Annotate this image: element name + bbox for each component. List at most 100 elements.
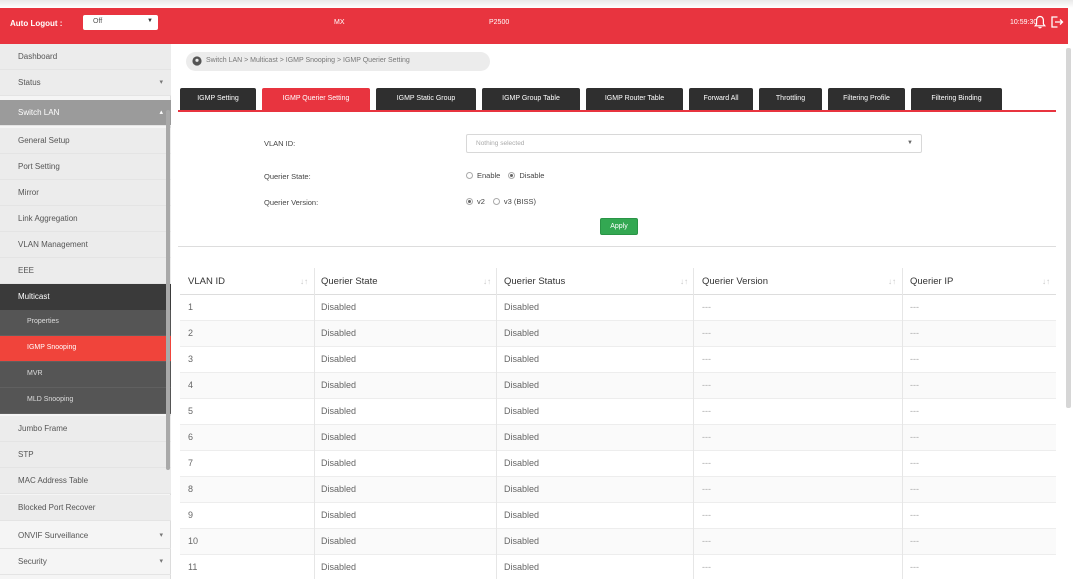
table-cell: Disabled bbox=[321, 328, 357, 338]
sidebar-item-label: EEE bbox=[18, 266, 35, 275]
table-cell: 3 bbox=[188, 354, 194, 364]
sidebar-item-onvif-surveillance[interactable]: ONVIF Surveillance ▾ bbox=[0, 523, 171, 549]
sort-icon[interactable]: ↓↑ bbox=[1042, 277, 1050, 286]
sort-icon[interactable]: ↓↑ bbox=[300, 277, 308, 286]
table-cell: Disabled bbox=[321, 562, 357, 572]
column-header-querier-state[interactable]: Querier State bbox=[321, 276, 378, 287]
column-header-querier-ip[interactable]: Querier IP bbox=[910, 276, 953, 287]
table-cell: Disabled bbox=[504, 432, 540, 442]
table-row[interactable]: 7 Disabled Disabled --- --- bbox=[180, 451, 1056, 477]
table-cell: Disabled bbox=[504, 484, 540, 494]
table-cell: 7 bbox=[188, 458, 194, 468]
bell-icon[interactable] bbox=[1034, 15, 1046, 29]
sidebar-item-switch-lan[interactable]: Switch LAN ▴ bbox=[0, 100, 171, 126]
column-header-querier-status[interactable]: Querier Status bbox=[504, 276, 565, 287]
table-cell: Disabled bbox=[321, 510, 357, 520]
sidebar-item-vlan-management[interactable]: VLAN Management bbox=[0, 232, 171, 258]
sidebar-item-general-setup[interactable]: General Setup bbox=[0, 128, 171, 154]
sidebar-item-security[interactable]: Security ▾ bbox=[0, 549, 171, 575]
table-cell: --- bbox=[910, 458, 919, 468]
table-row[interactable]: 1 Disabled Disabled --- --- bbox=[180, 295, 1056, 321]
querier-version-v3-label: v3 (BISS) bbox=[503, 197, 537, 206]
table-row[interactable]: 6 Disabled Disabled --- --- bbox=[180, 425, 1056, 451]
table-cell: 11 bbox=[188, 562, 198, 572]
tab-filtering-profile[interactable]: Filtering Profile bbox=[828, 88, 905, 110]
querier-state-enable-radio[interactable] bbox=[466, 172, 473, 179]
tab-igmp-static-group[interactable]: IGMP Static Group bbox=[376, 88, 476, 110]
table-row[interactable]: 3 Disabled Disabled --- --- bbox=[180, 347, 1056, 373]
table-cell: Disabled bbox=[321, 380, 357, 390]
table-cell: 10 bbox=[188, 536, 199, 546]
sidebar-item-label: General Setup bbox=[18, 136, 70, 145]
table-row[interactable]: 2 Disabled Disabled --- --- bbox=[180, 321, 1056, 347]
sort-icon[interactable]: ↓↑ bbox=[680, 277, 688, 286]
table-cell: Disabled bbox=[321, 354, 357, 364]
table-cell: Disabled bbox=[321, 432, 357, 442]
tab-forward-all[interactable]: Forward All bbox=[689, 88, 753, 110]
tab-igmp-router-table[interactable]: IGMP Router Table bbox=[586, 88, 683, 110]
tab-igmp-setting[interactable]: IGMP Setting bbox=[180, 88, 256, 110]
sidebar-item-mld-snooping[interactable]: MLD Snooping bbox=[0, 388, 171, 414]
querier-state-disable-label: Disable bbox=[519, 171, 545, 180]
browser-edge bbox=[0, 0, 1073, 8]
table-cell: Disabled bbox=[504, 458, 540, 468]
table-row[interactable]: 4 Disabled Disabled --- --- bbox=[180, 373, 1056, 399]
device-model: MX bbox=[334, 19, 345, 26]
table-cell: 9 bbox=[188, 510, 194, 520]
querier-version-radio-group: v2 v3 (BISS) bbox=[466, 197, 544, 206]
sort-icon[interactable]: ↓↑ bbox=[483, 277, 491, 286]
page-scrollbar[interactable] bbox=[1066, 48, 1071, 408]
auto-logout-select[interactable]: Off ▼ bbox=[83, 15, 158, 30]
table-cell: Disabled bbox=[321, 302, 357, 312]
querier-state-enable-label: Enable bbox=[477, 171, 501, 180]
sidebar-item-properties[interactable]: Properties bbox=[0, 310, 171, 336]
tab-igmp-group-table[interactable]: IGMP Group Table bbox=[482, 88, 580, 110]
tab-filtering-binding[interactable]: Filtering Binding bbox=[911, 88, 1002, 110]
logout-icon[interactable] bbox=[1050, 15, 1064, 29]
sidebar-item-mvr[interactable]: MVR bbox=[0, 362, 171, 388]
table-cell: 6 bbox=[188, 432, 194, 442]
table-row[interactable]: 5 Disabled Disabled --- --- bbox=[180, 399, 1056, 425]
chevron-down-icon: ▼ bbox=[147, 18, 153, 24]
table-cell: Disabled bbox=[504, 406, 540, 416]
tab-igmp-querier-setting[interactable]: IGMP Querier Setting bbox=[262, 88, 370, 110]
querier-version-v2-radio[interactable] bbox=[466, 198, 473, 205]
tab-throttling[interactable]: Throttling bbox=[759, 88, 822, 110]
sidebar-item-mac-address-table[interactable]: MAC Address Table bbox=[0, 468, 171, 494]
table-row[interactable]: 8 Disabled Disabled --- --- bbox=[180, 477, 1056, 503]
sidebar-item-jumbo-frame[interactable]: Jumbo Frame bbox=[0, 416, 171, 442]
table-cell: Disabled bbox=[504, 354, 540, 364]
sidebar-item-dashboard[interactable]: Dashboard bbox=[0, 44, 171, 70]
querier-version-v3-radio[interactable] bbox=[492, 198, 500, 205]
table-cell: Disabled bbox=[321, 458, 357, 468]
table-cell: --- bbox=[910, 406, 919, 416]
form-divider bbox=[178, 246, 1056, 247]
table-cell: --- bbox=[702, 302, 711, 312]
sidebar-scrollbar[interactable] bbox=[166, 110, 170, 470]
table-row[interactable]: 10 Disabled Disabled --- --- bbox=[180, 529, 1056, 555]
querier-state-disable-radio[interactable] bbox=[508, 172, 516, 179]
column-header-querier-version[interactable]: Querier Version bbox=[702, 276, 768, 287]
sidebar-item-mirror[interactable]: Mirror bbox=[0, 180, 171, 206]
sidebar-item-port-setting[interactable]: Port Setting bbox=[0, 154, 171, 180]
apply-button[interactable]: Apply bbox=[600, 218, 638, 235]
sidebar-item-stp[interactable]: STP bbox=[0, 442, 171, 468]
sidebar-item-igmp-snooping[interactable]: IGMP Snooping bbox=[0, 336, 171, 362]
sort-icon[interactable]: ↓↑ bbox=[888, 277, 896, 286]
table-row[interactable]: 9 Disabled Disabled --- --- bbox=[180, 503, 1056, 529]
vlan-id-select[interactable]: Nothing selected ▼ bbox=[466, 134, 922, 153]
sidebar-item-link-aggregation[interactable]: Link Aggregation bbox=[0, 206, 171, 232]
querier-state-radio-group: Enable Disable bbox=[466, 171, 552, 180]
table-cell: --- bbox=[910, 354, 919, 364]
table-row[interactable]: 11 Disabled Disabled --- --- bbox=[180, 555, 1056, 579]
sidebar-item-blocked-port-recover[interactable]: Blocked Port Recover bbox=[0, 495, 171, 521]
sidebar-item-status[interactable]: Status ▾ bbox=[0, 70, 171, 96]
table-cell: 2 bbox=[188, 328, 194, 338]
table-cell: --- bbox=[702, 458, 711, 468]
sidebar-item-multicast[interactable]: Multicast bbox=[0, 284, 171, 310]
chevron-up-icon: ▴ bbox=[159, 109, 163, 116]
table-cell: --- bbox=[702, 380, 711, 390]
sidebar-item-eee[interactable]: EEE bbox=[0, 258, 171, 284]
column-header-vlan-id[interactable]: VLAN ID bbox=[188, 276, 225, 287]
table-cell: 5 bbox=[188, 406, 194, 416]
